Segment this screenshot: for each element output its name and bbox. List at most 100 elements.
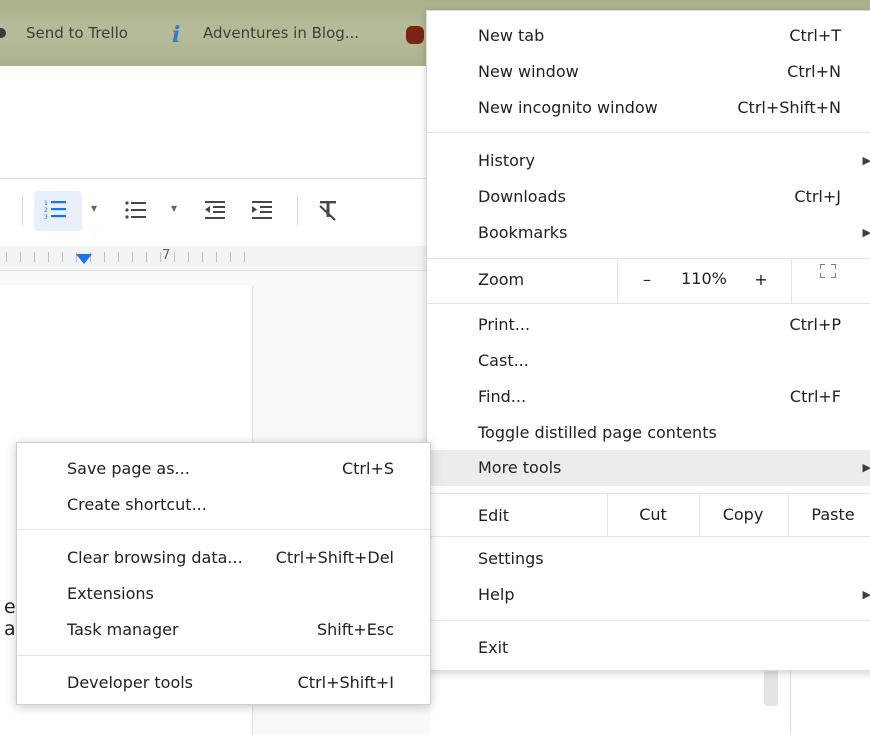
menu-item-label: Downloads xyxy=(478,187,566,206)
toolbar-divider xyxy=(22,195,23,225)
bookmark-send-to-trello[interactable]: Send to Trello xyxy=(26,24,128,42)
submenu-item-label: Developer tools xyxy=(67,673,194,692)
bookmark-favicon-icon xyxy=(0,28,6,38)
menu-separator xyxy=(427,258,870,259)
menu-item-help[interactable]: Help ▶ xyxy=(427,577,870,613)
menu-item-exit[interactable]: Exit xyxy=(427,630,870,666)
menu-item-label: Cast... xyxy=(478,351,529,370)
submenu-arrow-icon: ▶ xyxy=(862,588,870,601)
submenu-item-label: Create shortcut... xyxy=(67,495,207,514)
menu-item-toggle-distilled[interactable]: Toggle distilled page contents xyxy=(427,415,870,451)
decrease-indent-icon[interactable] xyxy=(203,193,227,232)
menu-item-new-tab[interactable]: New tab Ctrl+T xyxy=(427,18,870,54)
menu-item-label: New tab xyxy=(478,26,545,45)
numbered-list-icon[interactable]: 1 2 3 xyxy=(44,193,68,232)
submenu-item-save-page-as[interactable]: Save page as... Ctrl+S xyxy=(17,451,430,487)
submenu-item-shortcut: Ctrl+Shift+Del xyxy=(275,548,394,567)
submenu-arrow-icon: ▶ xyxy=(862,461,870,474)
edit-label: Edit xyxy=(478,506,509,525)
zoom-in-button[interactable]: + xyxy=(741,262,781,298)
submenu-item-developer-tools[interactable]: Developer tools Ctrl+Shift+I xyxy=(17,665,430,701)
menu-cell-divider xyxy=(617,259,618,303)
submenu-item-shortcut: Ctrl+Shift+I xyxy=(297,673,394,692)
menu-item-label: Find... xyxy=(478,387,527,406)
submenu-item-label: Extensions xyxy=(67,584,154,603)
svg-text:1: 1 xyxy=(44,200,48,207)
submenu-item-clear-browsing-data[interactable]: Clear browsing data... Ctrl+Shift+Del xyxy=(17,540,430,576)
ruler-ticks xyxy=(6,252,256,262)
increase-indent-icon[interactable] xyxy=(250,193,274,232)
submenu-item-task-manager[interactable]: Task manager Shift+Esc xyxy=(17,612,430,648)
submenu-item-label: Clear browsing data... xyxy=(67,548,243,567)
menu-item-label: Bookmarks xyxy=(478,223,568,242)
menu-item-label: History xyxy=(478,151,535,170)
menu-item-shortcut: Ctrl+J xyxy=(794,187,841,206)
zoom-level-value: 110% xyxy=(681,269,727,288)
menu-item-bookmarks[interactable]: Bookmarks ▶ xyxy=(427,215,870,251)
bulleted-list-dropdown-icon[interactable]: ▾ xyxy=(171,201,177,215)
menu-item-new-window[interactable]: New window Ctrl+N xyxy=(427,54,870,90)
menu-item-label: New window xyxy=(478,62,579,81)
menu-item-settings[interactable]: Settings xyxy=(427,541,870,577)
menu-separator xyxy=(427,132,870,133)
svg-text:2: 2 xyxy=(44,207,48,214)
clear-formatting-icon[interactable] xyxy=(316,193,340,232)
ruler-number: 7 xyxy=(162,248,171,263)
submenu-item-extensions[interactable]: Extensions xyxy=(17,576,430,612)
menu-item-label: More tools xyxy=(478,458,562,477)
menu-cell-divider xyxy=(791,259,792,303)
chrome-main-menu: New tab Ctrl+T New window Ctrl+N New inc… xyxy=(426,10,870,671)
submenu-item-shortcut: Shift+Esc xyxy=(316,620,394,639)
menu-item-label: Help xyxy=(478,585,515,604)
toolbar-divider xyxy=(297,195,298,225)
menu-item-shortcut: Ctrl+F xyxy=(789,387,841,406)
bulleted-list-icon[interactable] xyxy=(124,193,148,232)
numbered-list-dropdown-icon[interactable]: ▾ xyxy=(91,201,97,215)
menu-item-more-tools[interactable]: More tools ▶ xyxy=(427,450,870,486)
document-page-right xyxy=(430,668,791,735)
zoom-out-button[interactable]: – xyxy=(627,262,667,298)
svg-text:3: 3 xyxy=(44,214,48,221)
menu-separator xyxy=(427,620,870,621)
menu-separator xyxy=(17,529,430,530)
ruler: 7 xyxy=(0,246,430,271)
submenu-arrow-icon: ▶ xyxy=(862,154,870,167)
menu-item-label: Toggle distilled page contents xyxy=(478,423,717,442)
scrollbar-thumb[interactable] xyxy=(764,668,778,706)
fullscreen-icon[interactable] xyxy=(820,264,836,278)
menu-separator xyxy=(17,655,430,656)
submenu-item-label: Task manager xyxy=(67,620,179,639)
menu-item-print[interactable]: Print... Ctrl+P xyxy=(427,307,870,343)
menu-item-shortcut: Ctrl+N xyxy=(787,62,841,81)
menu-item-history[interactable]: History ▶ xyxy=(427,143,870,179)
menu-item-label: Settings xyxy=(478,549,544,568)
info-icon: i xyxy=(172,22,181,48)
menu-item-downloads[interactable]: Downloads Ctrl+J xyxy=(427,179,870,215)
menu-item-find[interactable]: Find... Ctrl+F xyxy=(427,379,870,415)
menu-separator xyxy=(427,536,870,537)
submenu-item-shortcut: Ctrl+S xyxy=(341,459,394,478)
menu-item-label: Exit xyxy=(478,638,509,657)
menu-separator xyxy=(427,493,870,494)
docs-toolbar: 1 2 3 ▾ ▾ xyxy=(0,178,430,247)
menu-item-new-incognito-window[interactable]: New incognito window Ctrl+Shift+N xyxy=(427,90,870,126)
copy-button[interactable]: Copy xyxy=(700,497,786,533)
paste-button[interactable]: Paste xyxy=(789,497,870,533)
menu-separator xyxy=(427,303,870,304)
document-text-fragment: a xyxy=(4,618,16,640)
indent-marker-icon[interactable] xyxy=(76,254,92,264)
submenu-arrow-icon: ▶ xyxy=(862,226,870,239)
document-text-fragment: e xyxy=(4,596,16,618)
submenu-item-create-shortcut[interactable]: Create shortcut... xyxy=(17,487,430,523)
menu-item-shortcut: Ctrl+Shift+N xyxy=(737,98,841,117)
zoom-label: Zoom xyxy=(478,270,525,289)
more-tools-submenu: Save page as... Ctrl+S Create shortcut..… xyxy=(16,442,431,705)
menu-item-shortcut: Ctrl+P xyxy=(789,315,841,334)
menu-item-shortcut: Ctrl+T xyxy=(789,26,841,45)
bookmark-adventures-in-blog[interactable]: Adventures in Blog... xyxy=(203,24,359,42)
menu-item-label: New incognito window xyxy=(478,98,658,117)
menu-item-label: Print... xyxy=(478,315,531,334)
menu-item-cast[interactable]: Cast... xyxy=(427,343,870,379)
submenu-item-label: Save page as... xyxy=(67,459,190,478)
cut-button[interactable]: Cut xyxy=(608,497,698,533)
